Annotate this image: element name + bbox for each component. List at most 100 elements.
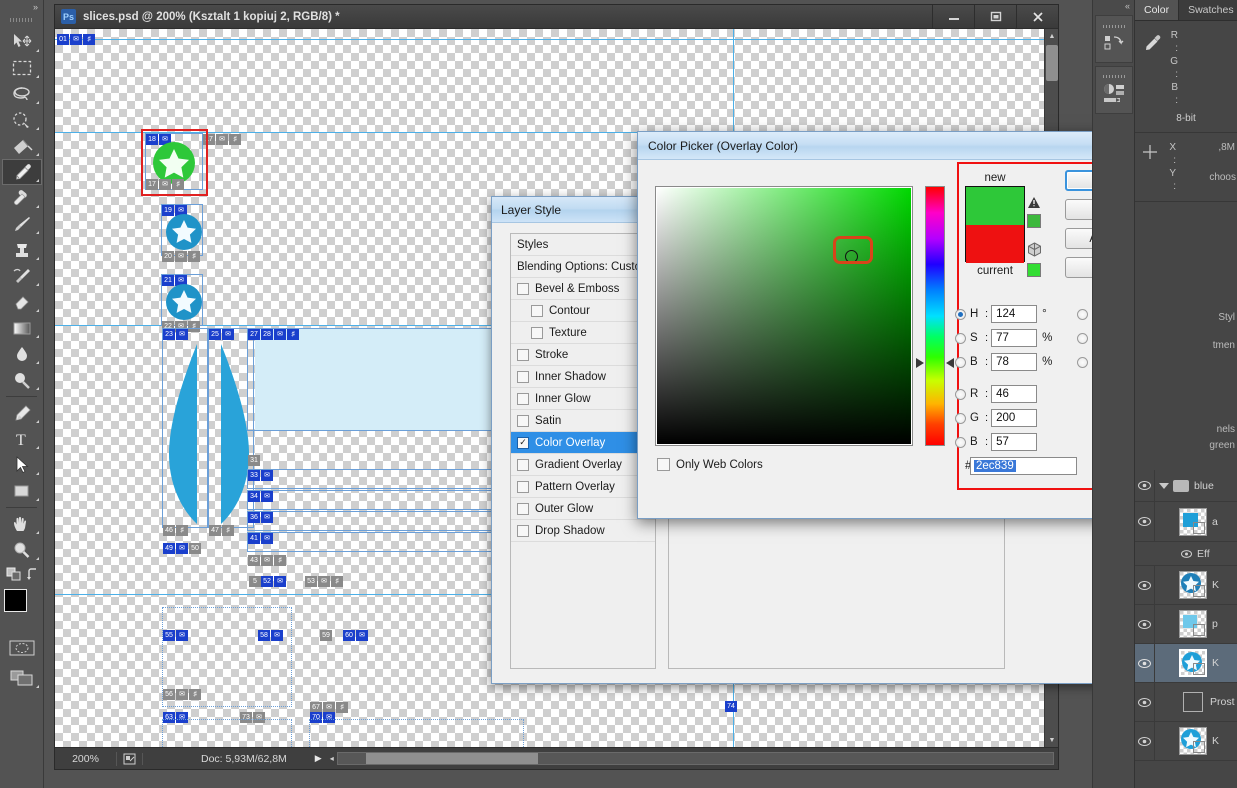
layer-style-item-gradient-overlay[interactable]: Gradient Overlay [511, 454, 655, 476]
tab-color[interactable]: Color [1135, 0, 1180, 20]
dock-collapse-button[interactable]: « [1093, 0, 1134, 12]
layer-style-item-inner-shadow[interactable]: Inner Shadow [511, 366, 655, 388]
layer-row-k2[interactable]: K [1135, 644, 1237, 683]
visibility-toggle[interactable] [1135, 605, 1155, 643]
healing-brush-tool[interactable] [2, 185, 42, 211]
layer-style-checkbox[interactable] [517, 502, 529, 515]
toolbar-collapse-button[interactable]: » [0, 0, 43, 14]
minimize-button[interactable] [932, 5, 974, 28]
move-tool[interactable] [2, 29, 42, 55]
brush-tool[interactable] [2, 211, 42, 237]
current-color-swatch[interactable] [966, 225, 1024, 263]
slice-tag[interactable]: 53 ✉ ♯ [305, 576, 343, 587]
layer-row-k1[interactable]: K [1135, 566, 1237, 605]
layer-style-checkbox[interactable] [517, 392, 529, 405]
layer-style-checkbox[interactable] [517, 348, 529, 361]
hue-slider-arrow-right[interactable] [946, 358, 954, 368]
hue-slider-arrow-left[interactable] [916, 358, 924, 368]
rectangle-tool[interactable] [2, 478, 42, 504]
hscroll-thumb[interactable] [366, 753, 538, 764]
layer-style-item-texture[interactable]: Texture [511, 322, 655, 344]
hscroll-track[interactable] [336, 752, 1054, 765]
color-swatch-stack[interactable] [965, 186, 1025, 263]
document-titlebar[interactable]: Ps slices.psd @ 200% (Ksztalt 1 kopiuj 2… [55, 5, 1058, 29]
visibility-toggle[interactable] [1135, 644, 1155, 682]
document-info-icon[interactable] [117, 752, 143, 765]
slice-tag[interactable]: 60 ✉ [343, 630, 368, 641]
effects-visibility-icon[interactable] [1181, 549, 1192, 558]
slice-region[interactable] [309, 719, 524, 747]
eraser-tool[interactable] [2, 289, 42, 315]
layer-style-item-color-overlay[interactable]: ✓ Color Overlay [511, 432, 655, 454]
layer-thumbnail[interactable] [1179, 610, 1207, 638]
slice-tag[interactable]: 20 ✉ ♯ [162, 251, 200, 262]
slice-tag[interactable]: 55 ✉ [163, 630, 188, 641]
slice-tag[interactable]: 41 ✉ [248, 533, 273, 544]
layer-style-item-blending-options-custom[interactable]: Blending Options: Custom [511, 256, 655, 278]
hue-slider[interactable] [916, 186, 954, 446]
layer-style-checkbox[interactable] [517, 282, 529, 295]
slice-tag[interactable]: 17 ✉ ♯ [203, 134, 241, 145]
in-gamut-color-swatch[interactable] [1027, 214, 1041, 228]
layer-style-item-pattern-overlay[interactable]: Pattern Overlay [511, 476, 655, 498]
only-web-colors-checkbox[interactable] [657, 458, 670, 471]
path-selection-tool[interactable] [2, 452, 42, 478]
scroll-left-arrow[interactable]: ◂ [330, 754, 334, 763]
color-field-marker[interactable] [845, 250, 858, 263]
hue-radio[interactable] [955, 308, 966, 320]
visibility-toggle[interactable] [1135, 722, 1155, 760]
slice-tag[interactable]: 47 ♯ [209, 525, 234, 536]
layer-row-group-blue[interactable]: blue [1135, 470, 1237, 502]
layer-style-checkbox[interactable] [531, 304, 543, 317]
shape-vector-mask-thumbnail[interactable] [1183, 692, 1203, 712]
slice-tag[interactable]: 74 [725, 701, 737, 712]
layer-style-checkbox[interactable] [517, 414, 529, 427]
lab-l-radio[interactable] [1077, 308, 1088, 320]
history-panel-icon[interactable] [1094, 15, 1133, 63]
layer-style-effects-list[interactable]: Styles Blending Options: Custom Bevel & Em… [510, 233, 656, 669]
slice-tag[interactable]: 34 ✉ [248, 491, 273, 502]
maximize-button[interactable] [974, 5, 1016, 28]
slice-tag[interactable]: 31 [248, 455, 260, 466]
out-of-gamut-warning-icon[interactable] [1027, 196, 1041, 209]
layer-style-checkbox[interactable] [517, 524, 529, 537]
slice-tag[interactable]: 33 ✉ [248, 470, 273, 481]
layer-style-item-styles[interactable]: Styles [511, 234, 655, 256]
pen-tool[interactable] [2, 400, 42, 426]
slice-tag[interactable]: 58 ✉ [258, 630, 283, 641]
slice-tag[interactable]: 43 ✉ ♯ [248, 555, 286, 566]
quick-mask-toggle[interactable] [2, 635, 42, 661]
saturation-radio[interactable] [955, 332, 966, 344]
blur-tool[interactable] [2, 341, 42, 367]
eyedropper-tool[interactable] [1, 159, 42, 185]
slice-tag[interactable]: 01 ✉ ♯ [57, 34, 95, 45]
saturation-brightness-gradient[interactable] [657, 188, 911, 444]
quick-selection-tool[interactable] [2, 107, 42, 133]
green-radio[interactable] [955, 412, 966, 424]
dodge-tool[interactable] [2, 367, 42, 393]
layer-row-k3[interactable]: K [1135, 722, 1237, 761]
foreground-color-swatch[interactable] [3, 589, 27, 612]
status-expand-arrow[interactable]: ▶ [315, 753, 322, 764]
brightness-input[interactable]: 78 [991, 353, 1038, 371]
layer-style-item-outer-glow[interactable]: Outer Glow [511, 498, 655, 520]
saturation-input[interactable]: 77 [991, 329, 1038, 347]
layer-style-item-inner-glow[interactable]: Inner Glow [511, 388, 655, 410]
not-web-safe-icon[interactable] [1027, 242, 1042, 257]
color-swatches-control[interactable] [2, 587, 42, 627]
screen-mode-button[interactable] [2, 665, 42, 691]
scroll-down-arrow[interactable]: ▼ [1045, 733, 1059, 747]
toolbar-drag-grip[interactable] [10, 14, 33, 26]
layer-thumbnail[interactable] [1179, 571, 1207, 599]
color-field[interactable] [655, 186, 913, 446]
layer-style-checkbox[interactable] [531, 326, 543, 339]
hue-input[interactable]: 124 [991, 305, 1038, 323]
layer-thumbnail[interactable] [1179, 727, 1207, 755]
layer-thumbnail[interactable] [1179, 649, 1207, 677]
hand-tool[interactable] [2, 511, 42, 537]
layer-style-checkbox[interactable] [517, 370, 529, 383]
new-color-swatch[interactable] [966, 187, 1024, 225]
visibility-toggle[interactable] [1135, 566, 1155, 604]
layer-style-item-drop-shadow[interactable]: Drop Shadow [511, 520, 655, 542]
slice-tag[interactable]: 23 ✉ [163, 329, 188, 340]
